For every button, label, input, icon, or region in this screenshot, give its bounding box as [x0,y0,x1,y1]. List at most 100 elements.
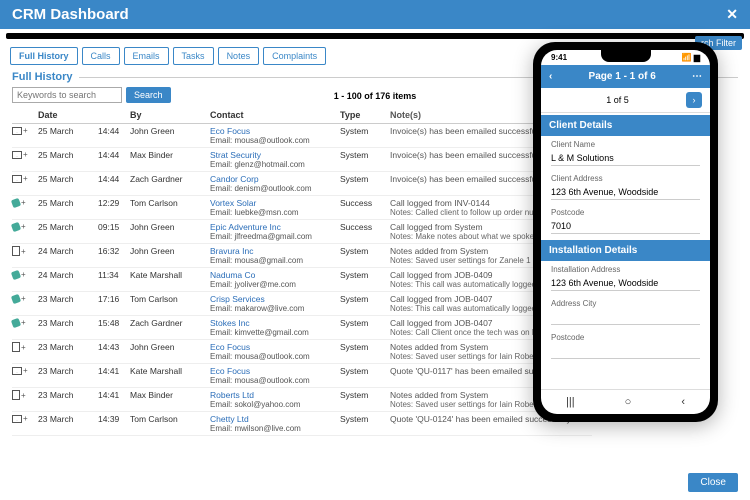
phone-icon [11,197,21,207]
nav-home-icon[interactable]: ○ [625,396,632,408]
phone-time: 9:41 [551,53,567,62]
nav-recent-icon[interactable]: ||| [566,396,575,408]
tab-tasks[interactable]: Tasks [173,47,214,65]
pager-next-icon[interactable]: › [686,92,702,108]
cell-date: 25 March [38,150,98,160]
tab-emails[interactable]: Emails [124,47,169,65]
postcode-field[interactable] [551,219,700,234]
install-address-label: Installation Address [551,265,700,274]
cell-contact: Epic Adventure IncEmail: jlfreedma@gmail… [210,222,340,241]
envelope-icon [12,367,22,375]
cell-contact: Stokes IncEmail: kimvette@gmail.com [210,318,340,337]
plus-icon[interactable]: + [23,366,28,375]
contact-link[interactable]: Stokes Inc [210,318,250,328]
back-icon[interactable]: ‹ [549,71,552,82]
cell-by: Max Binder [130,150,210,160]
install-address-field[interactable] [551,276,700,291]
cell-type: System [340,174,390,184]
contact-link[interactable]: Eco Focus [210,366,250,376]
cell-type: System [340,294,390,304]
contact-link[interactable]: Eco Focus [210,342,250,352]
table-row[interactable]: +25 March14:44John GreenEco FocusEmail: … [12,124,592,148]
table-row[interactable]: +23 March14:41Max BinderRoberts LtdEmail… [12,388,592,412]
contact-link[interactable]: Epic Adventure Inc [210,222,281,232]
table-row[interactable]: +23 March14:43John GreenEco FocusEmail: … [12,340,592,364]
tab-calls[interactable]: Calls [82,47,120,65]
cell-by: Max Binder [130,390,210,400]
phone-notch [601,50,651,62]
install-postcode-label: Postcode [551,333,700,342]
phone-icon [11,293,21,303]
plus-icon[interactable]: + [21,343,26,352]
plus-icon[interactable]: + [21,391,26,400]
plus-icon[interactable]: + [21,222,26,231]
client-address-field[interactable] [551,185,700,200]
cell-date: 24 March [38,246,98,256]
address-city-field[interactable] [551,310,700,325]
envelope-icon [12,127,22,135]
contact-link[interactable]: Crisp Services [210,294,265,304]
cell-date: 23 March [38,366,98,376]
table-row[interactable]: +23 March14:41Kate MarshallEco FocusEmai… [12,364,592,388]
envelope-icon [12,151,22,159]
contact-link[interactable]: Eco Focus [210,126,250,136]
plus-icon[interactable]: + [23,174,28,183]
phone-icon [11,317,21,327]
contact-link[interactable]: Naduma Co [210,270,255,280]
table-row[interactable]: +25 March14:44Zach GardnerCandor CorpEma… [12,172,592,196]
section-title: Full History [12,71,73,83]
cell-by: John Green [130,126,210,136]
cell-date: 25 March [38,126,98,136]
plus-icon[interactable]: + [21,247,26,256]
table-header: Date By Contact Type Note(s) [12,107,592,124]
plus-icon[interactable]: + [23,126,28,135]
col-date: Date [38,110,98,120]
phone-icon [11,269,21,279]
table-row[interactable]: +24 March11:34Kate MarshallNaduma CoEmai… [12,268,592,292]
close-button[interactable]: Close [688,473,738,492]
table-row[interactable]: +23 March14:39Tom CarlsonChetty LtdEmail… [12,412,592,436]
postcode-label: Postcode [551,208,700,217]
document-icon [12,246,20,256]
cell-by: Tom Carlson [130,198,210,208]
plus-icon[interactable]: + [21,198,26,207]
client-name-field[interactable] [551,151,700,166]
document-icon [12,342,20,352]
plus-icon[interactable]: + [21,318,26,327]
contact-link[interactable]: Candor Corp [210,174,259,184]
install-postcode-field[interactable] [551,344,700,359]
nav-back-icon[interactable]: ‹ [681,396,685,408]
table-row[interactable]: +23 March15:48Zach GardnerStokes IncEmai… [12,316,592,340]
section-client-details: Client Details [541,115,710,136]
plus-icon[interactable]: + [23,414,28,423]
cell-by: Kate Marshall [130,270,210,280]
cell-contact: Crisp ServicesEmail: makarow@live.com [210,294,340,313]
search-button[interactable]: Search [126,87,171,103]
table-row[interactable]: +23 March17:16Tom CarlsonCrisp ServicesE… [12,292,592,316]
contact-link[interactable]: Strat Security [210,150,261,160]
plus-icon[interactable]: + [23,150,28,159]
table-row[interactable]: +24 March16:32John GreenBravura IncEmail… [12,244,592,268]
phone-signal-icon: 📶 ▆ [682,53,700,62]
table-row[interactable]: +25 March14:44Max BinderStrat SecurityEm… [12,148,592,172]
table-row[interactable]: +25 March12:29Tom CarlsonVortex SolarEma… [12,196,592,220]
cell-time: 11:34 [98,270,130,280]
tab-full-history[interactable]: Full History [10,47,78,65]
plus-icon[interactable]: + [21,270,26,279]
contact-link[interactable]: Roberts Ltd [210,390,254,400]
search-input[interactable] [12,87,122,103]
more-icon[interactable]: ⋯ [692,71,702,82]
contact-link[interactable]: Chetty Ltd [210,414,249,424]
tab-complaints[interactable]: Complaints [263,47,326,65]
cell-contact: Strat SecurityEmail: glenz@hotmail.com [210,150,340,169]
contact-link[interactable]: Bravura Inc [210,246,253,256]
page-title: CRM Dashboard [12,6,129,23]
cell-type: System [340,318,390,328]
contact-link[interactable]: Vortex Solar [210,198,256,208]
tab-notes[interactable]: Notes [218,47,260,65]
cell-by: Tom Carlson [130,294,210,304]
close-icon[interactable]: ✕ [726,6,738,23]
cell-type: System [340,414,390,424]
plus-icon[interactable]: + [21,294,26,303]
table-row[interactable]: +25 March09:15John GreenEpic Adventure I… [12,220,592,244]
